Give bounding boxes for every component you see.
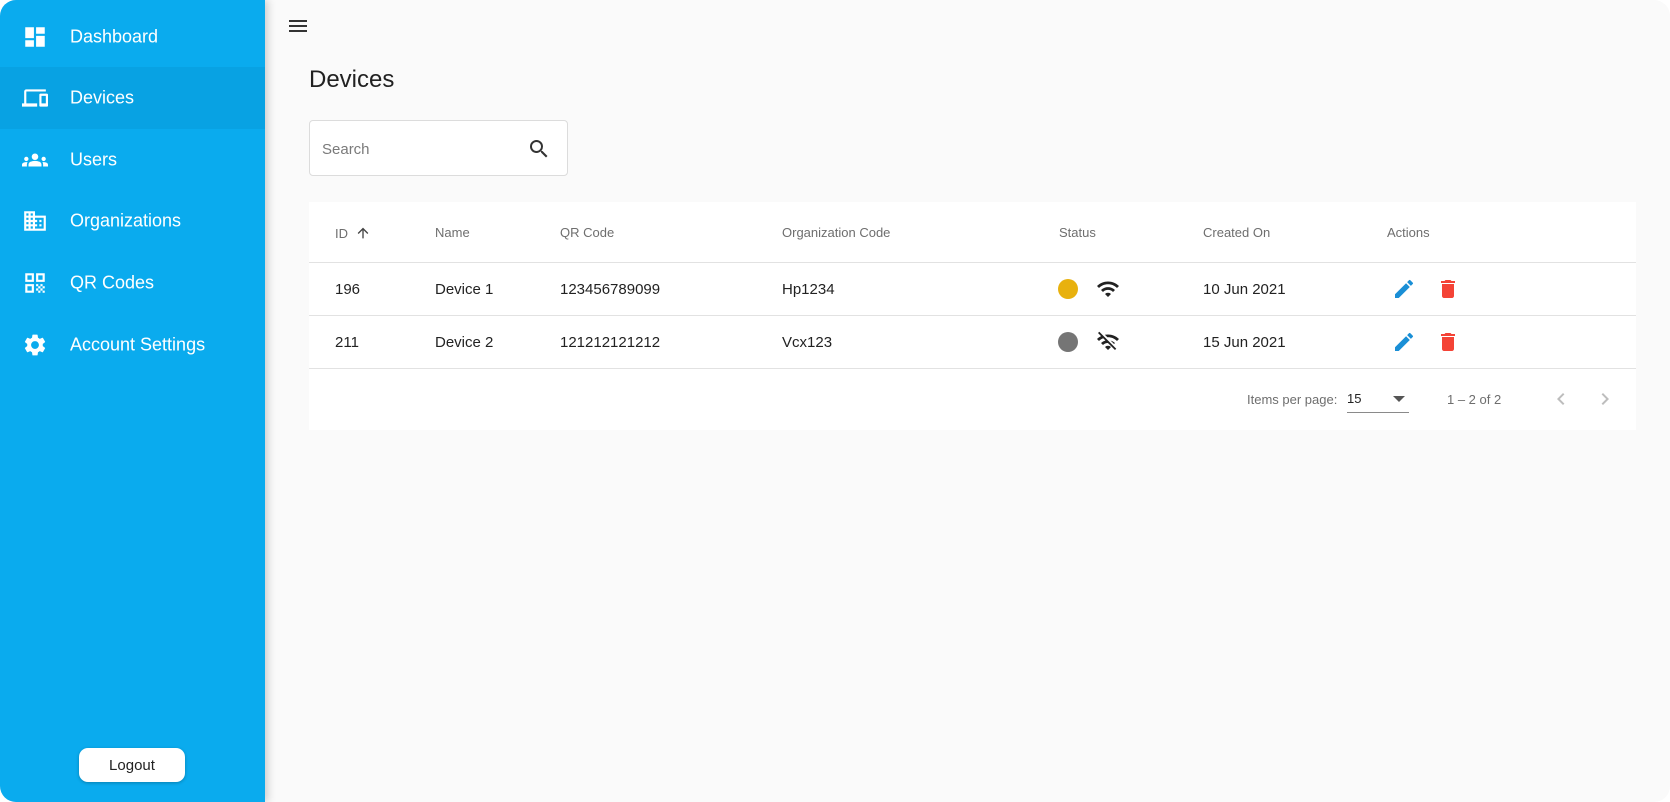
dropdown-caret-icon [1393,396,1405,402]
wifi-icon [1096,277,1120,301]
search-input[interactable] [320,121,524,177]
cell-id: 196 [335,281,361,298]
sidebar-item-organizations[interactable]: Organizations [0,190,265,252]
sidebar-item-label: Account Settings [70,334,206,355]
users-icon [22,147,48,173]
sort-ascending-icon [357,227,368,239]
column-header-id[interactable]: ID [335,225,371,241]
table-row[interactable]: 196 Device 1 123456789099 Hp1234 10 Jun … [309,263,1636,316]
cell-created-on: 15 Jun 2021 [1203,334,1286,351]
previous-page-button[interactable] [1549,387,1573,411]
column-header-created-on[interactable]: Created On [1203,225,1270,240]
hamburger-menu-icon[interactable] [286,14,310,38]
sidebar-item-users[interactable]: Users [0,129,265,191]
dashboard-icon [22,24,48,50]
edit-icon[interactable] [1392,330,1416,354]
logout-button[interactable]: Logout [79,748,185,782]
devices-icon [22,85,48,111]
column-header-label: ID [335,226,348,241]
cell-id: 211 [335,334,359,351]
sidebar-item-dashboard[interactable]: Dashboard [0,6,265,68]
cell-name: Device 1 [435,281,494,298]
sidebar-item-account-settings[interactable]: Account Settings [0,314,265,376]
organization-icon [22,208,48,234]
cell-organization-code: Vcx123 [782,334,833,351]
items-per-page-label: Items per page: [1247,392,1338,407]
gear-icon [22,332,48,358]
column-header-status[interactable]: Status [1059,225,1096,240]
sidebar-item-label: Organizations [70,210,182,231]
sidebar-item-label: Dashboard [70,26,159,47]
page-range-label: 1 – 2 of 2 [1447,392,1502,407]
sidebar-item-label: Users [70,149,118,170]
cell-qr-code: 123456789099 [560,281,661,298]
items-per-page-value: 15 [1347,391,1362,406]
column-header-organization-code[interactable]: Organization Code [782,225,890,240]
table-header-row: ID Name QR Code Organization Code Status… [309,202,1636,263]
column-header-qr-code[interactable]: QR Code [560,225,614,240]
devices-table: ID Name QR Code Organization Code Status… [309,202,1636,430]
column-header-name[interactable]: Name [435,225,470,240]
delete-icon[interactable] [1436,330,1460,354]
search-field [309,120,568,177]
table-row[interactable]: 211 Device 2 121212121212 Vcx123 15 Jun … [309,316,1636,369]
sidebar: Dashboard Devices Users Organizations QR… [0,0,265,802]
edit-icon[interactable] [1392,277,1416,301]
paginator: Items per page: 15 1 – 2 of 2 [309,368,1636,430]
next-page-button[interactable] [1593,387,1617,411]
qr-code-icon [22,270,48,296]
chevron-left-icon [1557,393,1565,405]
status-dot-inactive [1058,332,1078,352]
sidebar-item-devices[interactable]: Devices [0,67,265,129]
cell-qr-code: 121212121212 [560,334,661,351]
cell-organization-code: Hp1234 [782,281,835,298]
sidebar-item-label: QR Codes [70,272,155,293]
search-icon[interactable] [527,137,551,161]
chevron-right-icon [1601,393,1609,405]
sidebar-item-qr-codes[interactable]: QR Codes [0,252,265,314]
delete-icon[interactable] [1436,277,1460,301]
app-window: Dashboard Devices Users Organizations QR… [0,0,1670,802]
items-per-page-select[interactable]: 15 [1347,386,1409,413]
cell-name: Device 2 [435,334,494,351]
column-header-actions: Actions [1387,225,1430,240]
sidebar-item-label: Devices [70,87,135,108]
status-dot-active [1058,279,1078,299]
wifi-off-icon [1096,330,1120,354]
page-title: Devices [309,66,395,93]
cell-created-on: 10 Jun 2021 [1203,281,1286,298]
